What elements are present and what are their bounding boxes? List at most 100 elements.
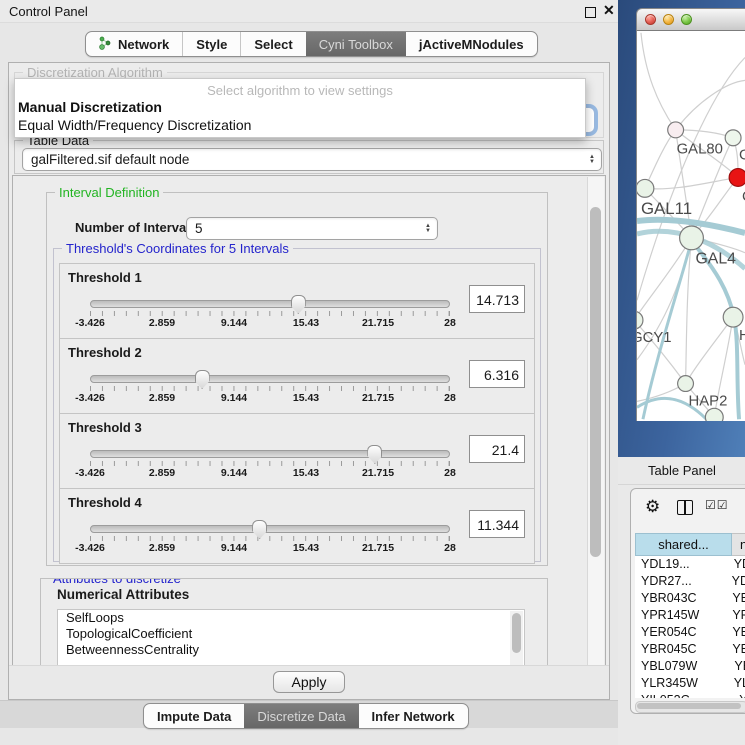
table-row[interactable]: YBR045CYBR0 <box>635 641 745 658</box>
float-window-icon[interactable] <box>585 7 596 18</box>
column-header-shared[interactable]: shared... <box>635 533 732 556</box>
slider-track[interactable] <box>90 450 450 458</box>
tab-discretize-data[interactable]: Discretize Data <box>244 704 358 728</box>
slider-ticks <box>90 386 450 391</box>
table-row[interactable]: YBL079WYBL0 <box>635 658 745 675</box>
cell-shared-name[interactable]: YLR345W <box>635 675 726 692</box>
threshold-3-slider[interactable]: -3.4262.8599.14415.4321.71528 <box>90 450 450 480</box>
threshold-4-value-field[interactable]: 11.344 <box>469 510 525 538</box>
network-node[interactable] <box>678 376 694 392</box>
cell-shared-name[interactable]: YPR145W <box>635 607 724 624</box>
tab-jactivemnodules[interactable]: jActiveMNodules <box>406 32 537 56</box>
attribute-item[interactable]: TopologicalCoefficient <box>58 626 524 642</box>
network-view-window[interactable]: GAL80GACGAL11GAL4HAGCY1HAP2 <box>636 8 745 420</box>
tab-infer-network[interactable]: Infer Network <box>359 704 468 728</box>
tab-select[interactable]: Select <box>240 32 305 56</box>
threshold-2-slider[interactable]: -3.4262.8599.14415.4321.71528 <box>90 375 450 405</box>
cell-name[interactable]: YER0 <box>724 624 745 641</box>
network-node[interactable] <box>668 122 684 138</box>
column-select-icons[interactable]: ☑☑ <box>705 498 729 512</box>
attribute-item[interactable]: BetweennessCentrality <box>58 642 524 658</box>
cell-name[interactable]: YBL0 <box>726 658 745 675</box>
cell-shared-name[interactable]: YBR043C <box>635 590 724 607</box>
threshold-1-slider[interactable]: -3.4262.8599.14415.4321.71528 <box>90 300 450 330</box>
tab-label: jActiveMNodules <box>419 37 524 52</box>
cyni-toolbox-panel: Discretization Algorithm Select algorith… <box>8 62 610 700</box>
control-panel-tabs: Network Style Select Cyni Toolbox jActiv… <box>85 31 538 57</box>
node-attribute-table: shared... na YDL19...YDL1YDR27...YDR2YBR… <box>635 533 745 698</box>
cell-shared-name[interactable]: YDL19... <box>635 556 726 573</box>
tab-cyni-toolbox[interactable]: Cyni Toolbox <box>306 32 406 56</box>
window-close-button[interactable] <box>645 14 656 25</box>
node-label: GA <box>739 148 745 164</box>
cell-shared-name[interactable]: YBL079W <box>635 658 726 675</box>
table-row[interactable]: YER054CYER0 <box>635 624 745 641</box>
slider-tick-labels: -3.4262.8599.14415.4321.71528 <box>90 467 450 480</box>
network-node[interactable] <box>637 179 654 197</box>
threshold-3-value-field[interactable]: 21.4 <box>469 435 525 463</box>
table-data-dropdown[interactable]: galFiltered.sif default node ▲▼ <box>22 148 602 171</box>
number-of-intervals-dropdown[interactable]: 5 ▲▼ <box>186 217 438 240</box>
network-node[interactable] <box>680 226 704 250</box>
split-columns-icon[interactable] <box>677 500 693 515</box>
algorithm-popup: Select algorithm to view settings Manual… <box>14 78 586 138</box>
tick-label: 15.43 <box>293 467 319 479</box>
close-icon[interactable]: ✕ <box>603 2 615 19</box>
list-scrollbar[interactable] <box>510 611 523 666</box>
slider-track[interactable] <box>90 525 450 533</box>
table-row[interactable]: YIL052CYIL0 <box>635 692 745 698</box>
gear-icon[interactable]: ⚙ <box>645 497 660 517</box>
cell-shared-name[interactable]: YBR045C <box>635 641 724 658</box>
tick-label: -3.426 <box>75 542 105 554</box>
cell-name[interactable]: YLR3 <box>726 675 745 692</box>
table-data-selected: galFiltered.sif default node <box>31 152 189 167</box>
window-zoom-button[interactable] <box>681 14 692 25</box>
network-node[interactable] <box>729 169 745 187</box>
network-desktop: GAL80GACGAL11GAL4HAGCY1HAP2 <box>618 0 745 457</box>
apply-button[interactable]: Apply <box>273 671 345 693</box>
cell-name[interactable]: YDR2 <box>724 573 745 590</box>
menu-item-manual-discretization[interactable]: Manual Discretization <box>15 98 585 116</box>
table-row[interactable]: YDR27...YDR2 <box>635 573 745 590</box>
app-root: Control Panel ✕ Network <box>0 0 745 745</box>
threshold-2-value-field[interactable]: 6.316 <box>469 360 525 388</box>
menu-item-equal-width-frequency[interactable]: Equal Width/Frequency Discretization <box>15 116 585 134</box>
column-header-name[interactable]: na <box>732 533 745 556</box>
cell-shared-name[interactable]: YDR27... <box>635 573 724 590</box>
network-node[interactable] <box>723 307 743 327</box>
network-canvas[interactable]: GAL80GACGAL11GAL4HAGCY1HAP2 <box>636 31 745 421</box>
scrollbar-thumb[interactable] <box>512 613 521 653</box>
table-row[interactable]: YPR145WYPR1 <box>635 607 745 624</box>
horizontal-scrollbar[interactable] <box>635 701 745 713</box>
cell-name[interactable]: YBR0 <box>724 590 745 607</box>
threshold-3-panel: Threshold 3 -3.4262.8599.14415.4321.7152… <box>59 413 535 489</box>
numerical-attributes-list[interactable]: SelfLoopsTopologicalCoefficientBetweenne… <box>57 609 525 666</box>
cell-shared-name[interactable]: YIL052C <box>635 692 731 698</box>
cell-name[interactable]: YIL0 <box>731 692 745 698</box>
tick-label: 28 <box>444 392 456 404</box>
network-node[interactable] <box>637 311 643 329</box>
slider-track[interactable] <box>90 375 450 383</box>
tab-impute-data[interactable]: Impute Data <box>144 704 244 728</box>
threshold-1-value-field[interactable]: 14.713 <box>469 285 525 313</box>
cell-shared-name[interactable]: YER054C <box>635 624 724 641</box>
tab-network[interactable]: Network <box>86 32 182 56</box>
window-minimize-button[interactable] <box>663 14 674 25</box>
tab-style[interactable]: Style <box>182 32 240 56</box>
cell-name[interactable]: YPR1 <box>724 607 745 624</box>
cell-name[interactable]: YDL1 <box>726 556 745 573</box>
network-node[interactable] <box>705 408 723 421</box>
attribute-item[interactable]: SelfLoops <box>58 610 524 626</box>
table-row[interactable]: YBR043CYBR0 <box>635 590 745 607</box>
network-node[interactable] <box>725 130 741 146</box>
network-window-titlebar[interactable] <box>636 8 745 31</box>
scrollbar-thumb[interactable] <box>637 703 741 709</box>
scrollbar-thumb[interactable] <box>590 207 601 557</box>
table-row[interactable]: YDL19...YDL1 <box>635 556 745 573</box>
threshold-4-slider[interactable]: -3.4262.8599.14415.4321.71528 <box>90 525 450 555</box>
vertical-scrollbar[interactable] <box>587 177 604 665</box>
settings-scroll-panel: Interval Definition Number of Intervals … <box>12 175 606 667</box>
slider-track[interactable] <box>90 300 450 308</box>
table-row[interactable]: YLR345WYLR3 <box>635 675 745 692</box>
cell-name[interactable]: YBR0 <box>724 641 745 658</box>
